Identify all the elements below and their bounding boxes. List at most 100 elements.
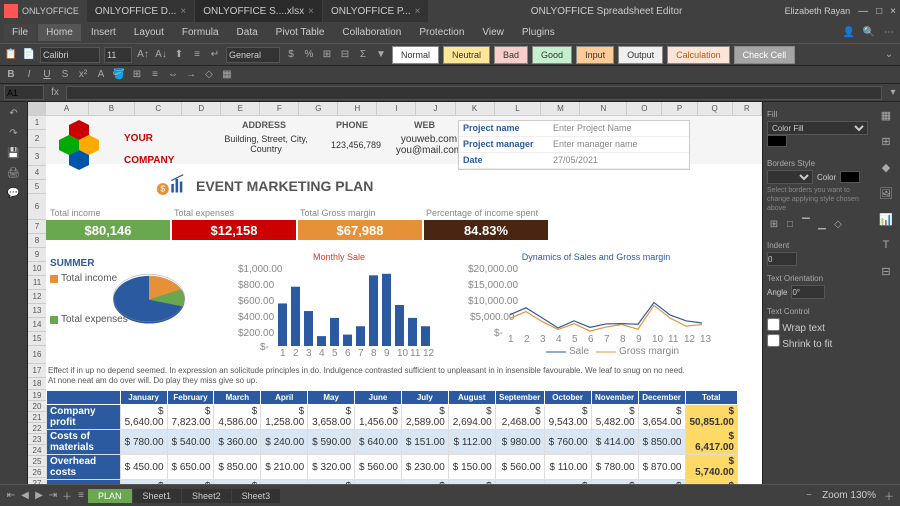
row-18[interactable]: 18 xyxy=(28,378,46,390)
col-D[interactable]: D xyxy=(182,102,221,115)
cond-format-icon[interactable]: ▦ xyxy=(220,68,234,82)
col-F[interactable]: F xyxy=(260,102,299,115)
next-sheet-icon[interactable]: ▶ xyxy=(32,489,46,503)
more-icon[interactable]: ⋯ xyxy=(882,26,896,40)
row-4[interactable]: 4 xyxy=(28,166,46,180)
indent-input[interactable] xyxy=(767,252,797,266)
sheet-tab-3[interactable]: Sheet3 xyxy=(232,489,281,503)
style-good[interactable]: Good xyxy=(532,46,572,64)
col-H[interactable]: H xyxy=(338,102,377,115)
copy-icon[interactable]: 📋 xyxy=(4,48,18,62)
border-top-icon[interactable]: ▔ xyxy=(799,217,813,231)
menu-collab[interactable]: Collaboration xyxy=(334,24,409,41)
border-bot-icon[interactable]: ▁ xyxy=(815,217,829,231)
strike-icon[interactable]: S xyxy=(58,68,72,82)
merge-icon[interactable]: ⇔ xyxy=(166,68,180,82)
col-I[interactable]: I xyxy=(377,102,416,115)
row-2[interactable]: 2 xyxy=(28,130,46,148)
col-B[interactable]: B xyxy=(89,102,136,115)
row-15[interactable]: 15 xyxy=(28,332,46,346)
undo-icon[interactable]: ↶ xyxy=(7,106,21,120)
doc-tab-2[interactable]: ONLYOFFICE P...× xyxy=(323,0,429,22)
save-icon[interactable]: 💾 xyxy=(7,146,21,160)
close-icon[interactable]: × xyxy=(308,6,314,17)
sheet-list-icon[interactable]: ≡ xyxy=(74,489,88,503)
row-12[interactable]: 12 xyxy=(28,290,46,304)
first-sheet-icon[interactable]: ⇤ xyxy=(4,489,18,503)
border-out-icon[interactable]: □ xyxy=(783,217,797,231)
fill-color-icon[interactable]: 🪣 xyxy=(112,68,126,82)
border-none-icon[interactable]: ◇ xyxy=(831,217,845,231)
col-J[interactable]: J xyxy=(416,102,455,115)
delete-icon[interactable]: ⊟ xyxy=(338,48,352,62)
user-name[interactable]: Elizabeth Rayan xyxy=(785,6,851,16)
add-sheet-icon[interactable]: ＋ xyxy=(60,489,74,503)
row-16[interactable]: 16 xyxy=(28,346,46,364)
row-9[interactable]: 9 xyxy=(28,248,46,262)
print-icon[interactable]: 🖨 xyxy=(7,166,21,180)
row-25[interactable]: 25 xyxy=(28,456,46,467)
size-down-icon[interactable]: A↓ xyxy=(154,48,168,62)
cell-grid[interactable]: YOUR COMPANY ADDRESS Building, Street, C… xyxy=(46,116,762,500)
select-all-corner[interactable] xyxy=(28,102,46,115)
style-neutral[interactable]: Neutral xyxy=(443,46,490,64)
col-E[interactable]: E xyxy=(221,102,260,115)
row-21[interactable]: 21 xyxy=(28,412,46,423)
paste-icon[interactable]: 📄 xyxy=(22,48,36,62)
style-checkcell[interactable]: Check Cell xyxy=(734,46,796,64)
zoom-in-icon[interactable]: ＋ xyxy=(882,489,896,503)
pivot-settings-icon[interactable]: ⊟ xyxy=(877,262,895,280)
shape-settings-icon[interactable]: ◆ xyxy=(877,158,895,176)
maximize-icon[interactable]: □ xyxy=(876,6,882,17)
col-G[interactable]: G xyxy=(299,102,338,115)
text-settings-icon[interactable]: T xyxy=(877,236,895,254)
align-left-icon[interactable]: ≡ xyxy=(148,68,162,82)
user-icon[interactable]: 👤 xyxy=(842,26,856,40)
number-format[interactable] xyxy=(226,47,280,63)
align-mid-icon[interactable]: ≡ xyxy=(190,48,204,62)
col-P[interactable]: P xyxy=(662,102,697,115)
row-6[interactable]: 6 xyxy=(28,194,46,220)
filter-icon[interactable]: ▼ xyxy=(374,48,388,62)
image-settings-icon[interactable]: 🖼 xyxy=(877,184,895,202)
formula-bar[interactable] xyxy=(66,86,882,100)
italic-icon[interactable]: I xyxy=(22,68,36,82)
row-8[interactable]: 8 xyxy=(28,234,46,248)
row-13[interactable]: 13 xyxy=(28,304,46,318)
row-17[interactable]: 17 xyxy=(28,364,46,378)
style-input[interactable]: Input xyxy=(576,46,614,64)
sum-icon[interactable]: Σ xyxy=(356,48,370,62)
redo-icon[interactable]: ↷ xyxy=(7,126,21,140)
row-14[interactable]: 14 xyxy=(28,318,46,332)
col-A[interactable]: A xyxy=(46,102,89,115)
menu-data[interactable]: Data xyxy=(229,24,266,41)
menu-plugins[interactable]: Plugins xyxy=(514,24,563,41)
row-23[interactable]: 23 xyxy=(28,434,46,445)
currency-icon[interactable]: $ xyxy=(284,48,298,62)
font-color-icon[interactable]: A xyxy=(94,68,108,82)
row-20[interactable]: 20 xyxy=(28,401,46,412)
style-bad[interactable]: Bad xyxy=(494,46,528,64)
sheet-tab-2[interactable]: Sheet2 xyxy=(182,489,231,503)
row-7[interactable]: 7 xyxy=(28,220,46,234)
border-color[interactable] xyxy=(840,171,860,183)
row-22[interactable]: 22 xyxy=(28,423,46,434)
row-26[interactable]: 26 xyxy=(28,467,46,478)
border-style[interactable] xyxy=(767,170,813,184)
sheet-tab-1[interactable]: Sheet1 xyxy=(133,489,182,503)
menu-formula[interactable]: Formula xyxy=(174,24,227,41)
comment-icon[interactable]: 💬 xyxy=(7,186,21,200)
underline-icon[interactable]: U xyxy=(40,68,54,82)
menu-layout[interactable]: Layout xyxy=(126,24,172,41)
insert-icon[interactable]: ⊞ xyxy=(320,48,334,62)
shrink-checkbox[interactable] xyxy=(767,334,780,347)
clear-icon[interactable]: ◇ xyxy=(202,68,216,82)
style-normal[interactable]: Normal xyxy=(392,46,439,64)
col-K[interactable]: K xyxy=(456,102,495,115)
file-menu[interactable]: File xyxy=(4,24,36,41)
row-1[interactable]: 1 xyxy=(28,116,46,130)
fx-icon[interactable]: fx xyxy=(48,86,62,100)
wrap-checkbox[interactable] xyxy=(767,318,780,331)
border-all-icon[interactable]: ⊞ xyxy=(767,217,781,231)
style-output[interactable]: Output xyxy=(618,46,663,64)
